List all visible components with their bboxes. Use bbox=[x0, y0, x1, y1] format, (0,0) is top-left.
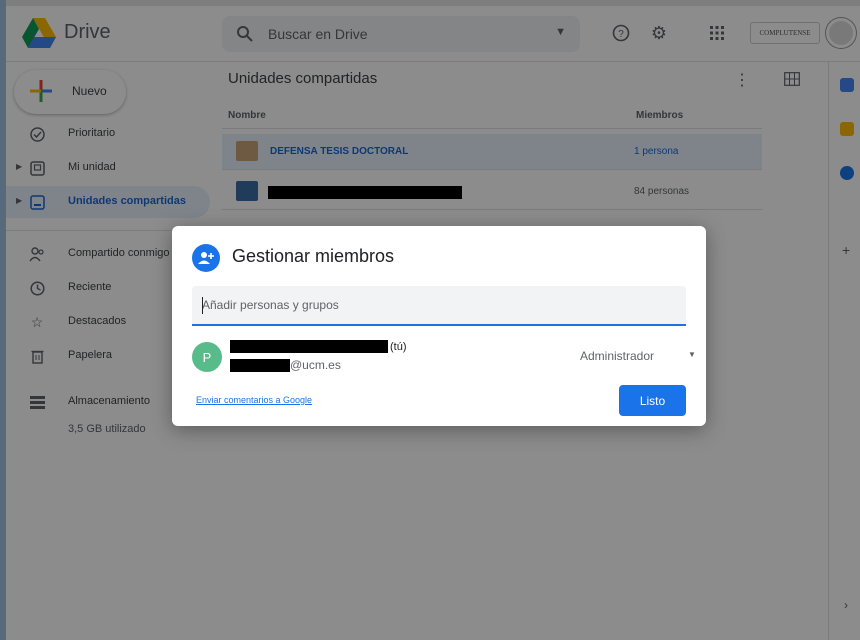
redacted-member-name bbox=[230, 340, 388, 353]
add-people-field[interactable] bbox=[192, 286, 686, 326]
manage-members-dialog: Gestionar miembros P (tú) @ucm.es Admini… bbox=[172, 226, 706, 426]
member-avatar: P bbox=[192, 342, 222, 372]
member-email-domain: @ucm.es bbox=[290, 358, 341, 372]
add-people-input[interactable] bbox=[192, 286, 686, 324]
member-you-tag: (tú) bbox=[390, 341, 407, 353]
dialog-title: Gestionar miembros bbox=[232, 246, 395, 266]
chevron-down-icon[interactable]: ▼ bbox=[688, 350, 696, 359]
redacted-member-email bbox=[230, 359, 290, 372]
done-button[interactable]: Listo bbox=[619, 385, 686, 416]
add-person-icon bbox=[192, 244, 220, 272]
role-dropdown[interactable]: Administrador bbox=[580, 349, 654, 363]
text-cursor bbox=[202, 297, 203, 314]
send-feedback-link[interactable]: Enviar comentarios a Google bbox=[196, 395, 312, 405]
member-row: P (tú) @ucm.es Administrador ▼ bbox=[192, 338, 696, 378]
